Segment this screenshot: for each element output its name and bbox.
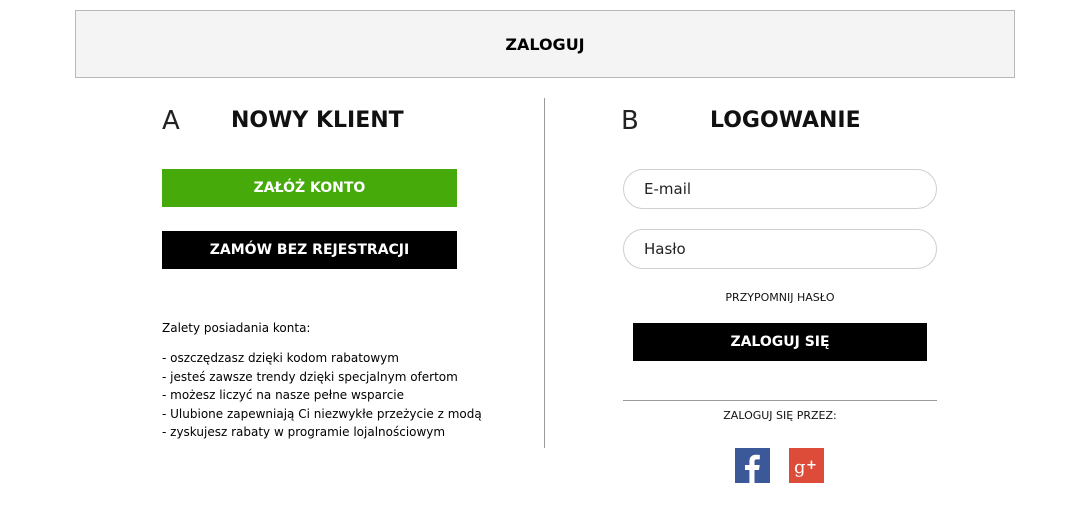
create-account-button[interactable]: ZAŁÓŻ KONTO bbox=[162, 169, 457, 207]
section-letter-a: A bbox=[162, 106, 180, 136]
login-submit-button[interactable]: ZALOGUJ SIĘ bbox=[633, 323, 927, 361]
new-client-title: NOWY KLIENT bbox=[231, 108, 404, 133]
login-title: LOGOWANIE bbox=[710, 108, 861, 133]
password-field[interactable] bbox=[623, 229, 937, 269]
benefit-item: - Ulubione zapewniają Ci niezwykłe przeż… bbox=[162, 406, 482, 421]
benefit-item: - jesteś zawsze trendy dzięki specjalnym… bbox=[162, 369, 458, 384]
svg-text:+: + bbox=[806, 458, 817, 473]
email-field[interactable] bbox=[623, 169, 937, 209]
social-divider bbox=[623, 400, 937, 401]
benefit-item: - oszczędzasz dzięki kodom rabatowym bbox=[162, 351, 399, 365]
benefits-list: - oszczędzasz dzięki kodom rabatowym - j… bbox=[162, 349, 482, 442]
benefit-item: - możesz liczyć na nasze pełne wsparcie bbox=[162, 388, 405, 402]
benefit-item: - zyskujesz rabaty w programie lojalnośc… bbox=[162, 425, 446, 439]
section-letter-b: B bbox=[621, 106, 639, 136]
google-plus-icon[interactable]: g + bbox=[789, 448, 824, 483]
page-header: ZALOGUJ bbox=[75, 10, 1015, 78]
svg-text:g: g bbox=[794, 457, 806, 478]
order-without-registration-button[interactable]: ZAMÓW BEZ REJESTRACJI bbox=[162, 231, 457, 269]
social-login-label: ZALOGUJ SIĘ PRZEZ: bbox=[723, 409, 837, 422]
facebook-icon[interactable] bbox=[735, 448, 770, 483]
page-title: ZALOGUJ bbox=[505, 34, 585, 54]
column-divider bbox=[544, 98, 545, 448]
benefits-title: Zalety posiadania konta: bbox=[162, 321, 311, 335]
forgot-password-link[interactable]: PRZYPOMNIJ HASŁO bbox=[623, 291, 937, 304]
